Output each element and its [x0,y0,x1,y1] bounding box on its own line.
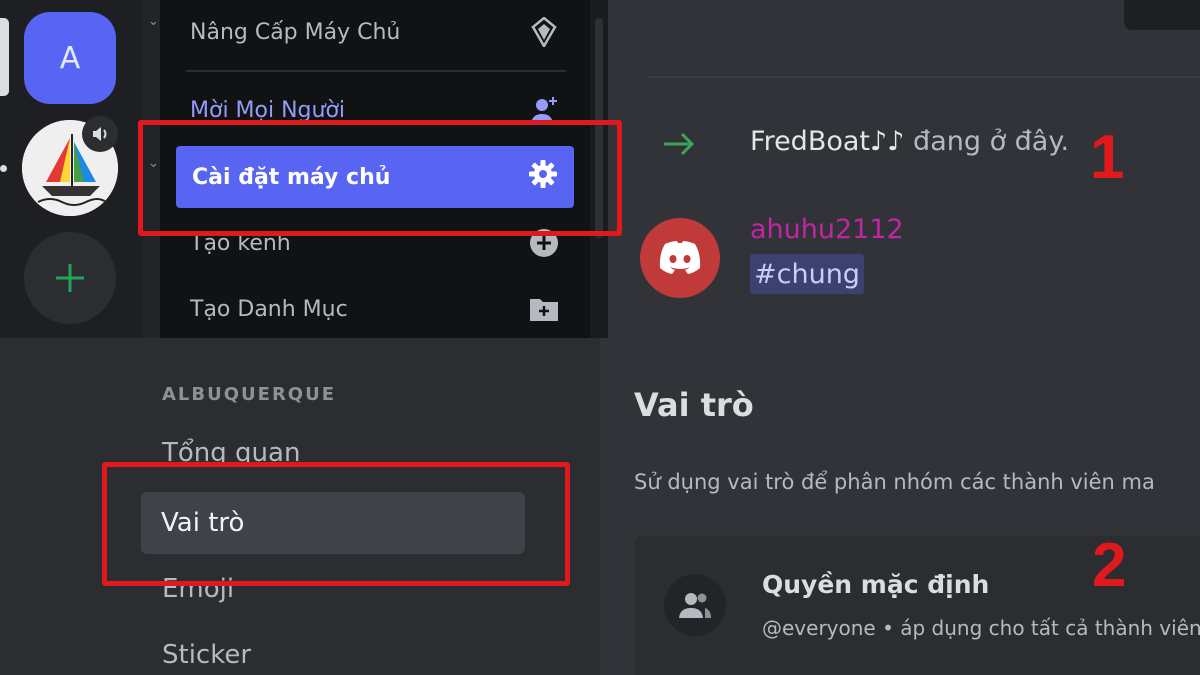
menu-divider [186,70,566,72]
page-description: Sử dụng vai trò để phân nhóm các thành v… [634,470,1155,494]
speaker-icon [82,116,118,152]
menu-item-boost[interactable]: Nâng Cấp Máy Chủ [190,4,560,60]
folder-plus-icon [528,293,560,325]
server-a-button[interactable]: A [24,12,116,104]
page-title: Vai trò [634,386,754,424]
highlight-box-step-1 [138,120,622,236]
boost-icon [528,16,560,48]
default-permissions-title: Quyền mặc định [762,570,990,599]
join-text: đang ở đây. [904,126,1070,157]
server-rail: A [0,0,142,338]
step-number-1: 1 [1090,123,1125,192]
chat-divider [648,76,1200,78]
discord-logo-icon [659,241,701,274]
message-author[interactable]: ahuhu2112 [750,214,904,245]
header-button[interactable] [1124,0,1200,30]
plus-icon [56,264,84,292]
add-server-button[interactable] [24,232,116,324]
menu-item-label: Tạo Danh Mục [190,296,348,322]
step-number-2: 2 [1092,531,1127,600]
highlight-box-step-2 [102,462,570,586]
settings-section-header: ALBUQUERQUE [162,384,337,405]
chevron-down-icon: ⌄ [148,14,159,29]
server-a-letter: A [59,40,81,76]
roles-content: Vai trò Sử dụng vai trò để phân nhóm các… [600,338,1200,675]
default-permissions-subtitle: @everyone • áp dụng cho tất cả thành viê… [762,616,1200,640]
server-settings-panel: ALBUQUERQUE Tổng quan Vai trò Emoji Stic… [0,338,1200,675]
avatar[interactable] [640,218,720,298]
menu-item-create-category[interactable]: Tạo Danh Mục [190,281,560,337]
selected-server-pill [0,18,9,96]
join-arrow-icon [660,128,700,160]
members-icon [664,574,726,636]
channel-mention[interactable]: #chung [750,254,864,294]
discord-top-panel: A ⌄ ⌄ Nâng Cấp Máy Chủ Mời Mọi Người Tạo… [0,0,1200,338]
join-username[interactable]: FredBoat♪♪ [750,126,904,157]
settings-nav-sticker[interactable]: Sticker [162,640,251,670]
unread-dot [0,165,7,172]
join-message: FredBoat♪♪ đang ở đây. [750,126,1069,157]
menu-item-label: Nâng Cấp Máy Chủ [190,19,401,45]
menu-item-label: Mời Mọi Người [190,97,346,123]
